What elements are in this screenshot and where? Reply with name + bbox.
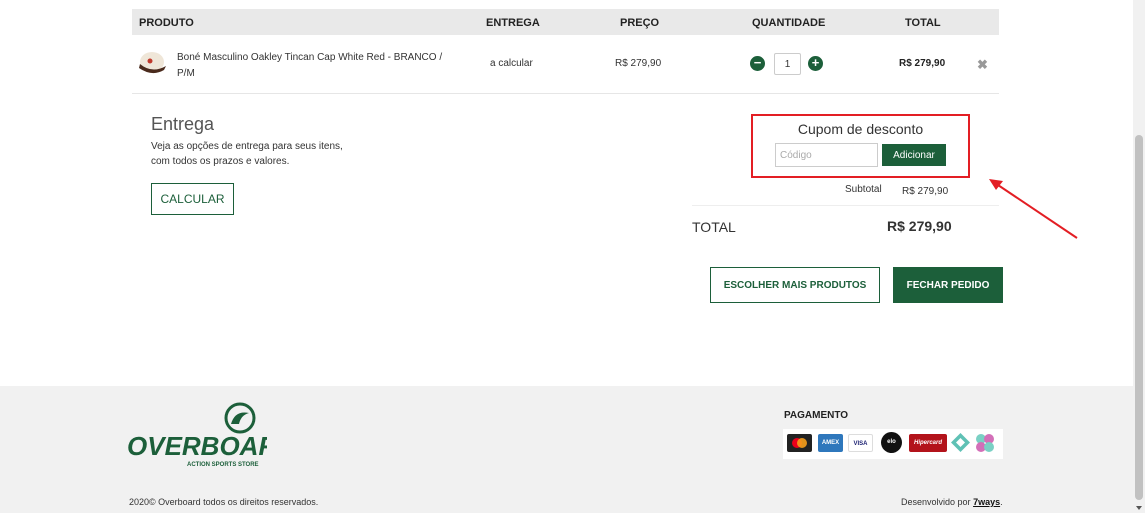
elo-icon: elo bbox=[881, 432, 902, 453]
copyright-text: 2020© Overboard todos os direitos reserv… bbox=[129, 497, 319, 507]
page-scrollbar[interactable] bbox=[1133, 0, 1145, 513]
quantity-decrease-button[interactable]: − bbox=[750, 56, 765, 71]
total-label: TOTAL bbox=[692, 219, 736, 235]
item-total: R$ 279,90 bbox=[899, 58, 946, 69]
payment-title: PAGAMENTO bbox=[784, 410, 849, 421]
developer-credit-label: Desenvolvido por bbox=[901, 497, 971, 507]
overboard-logo[interactable]: OVERBOARD ACTION SPORTS STORE bbox=[127, 402, 267, 468]
item-preco: R$ 279,90 bbox=[615, 58, 662, 69]
calcular-button[interactable]: CALCULAR bbox=[151, 183, 234, 215]
product-name[interactable]: Boné Masculino Oakley Tincan Cap White R… bbox=[177, 50, 447, 82]
header-total: TOTAL bbox=[905, 17, 941, 29]
quantity-increase-button[interactable]: + bbox=[808, 56, 823, 71]
entrega-description: Veja as opções de entrega para seus iten… bbox=[151, 141, 343, 167]
logo-brand-text: OVERBOARD bbox=[127, 431, 267, 461]
cart-table-header: PRODUTO ENTREGA PREÇO QUANTIDADE TOTAL bbox=[132, 9, 999, 35]
mastercard-icon bbox=[787, 434, 812, 452]
item-entrega: a calcular bbox=[490, 58, 533, 69]
payment-methods: AMEX VISA elo Hipercard bbox=[783, 429, 1003, 459]
summary-divider bbox=[692, 205, 999, 206]
amex-icon: AMEX bbox=[818, 434, 843, 452]
developer-credit: Desenvolvido por 7ways. bbox=[901, 497, 1003, 507]
header-preco: PREÇO bbox=[620, 17, 660, 29]
pix-icon bbox=[976, 434, 994, 452]
scrollbar-thumb[interactable] bbox=[1135, 135, 1143, 500]
remove-item-icon[interactable]: ✖ bbox=[977, 57, 988, 73]
quantity-input[interactable] bbox=[774, 53, 801, 75]
footer: OVERBOARD ACTION SPORTS STORE PAGAMENTO … bbox=[0, 386, 1133, 513]
choose-more-products-button[interactable]: ESCOLHER MAIS PRODUTOS bbox=[710, 267, 880, 303]
cart-item-row: Boné Masculino Oakley Tincan Cap White R… bbox=[132, 35, 999, 94]
entrega-title: Entrega bbox=[151, 114, 215, 134]
subtotal-label: Subtotal bbox=[845, 184, 882, 195]
scroll-down-icon[interactable] bbox=[1136, 506, 1142, 510]
close-order-button[interactable]: FECHAR PEDIDO bbox=[893, 267, 1003, 303]
header-quantidade: QUANTIDADE bbox=[752, 17, 826, 29]
cupom-title: Cupom de desconto bbox=[797, 121, 924, 137]
add-cupom-button[interactable]: Adicionar bbox=[882, 144, 946, 166]
cupom-code-input[interactable] bbox=[775, 143, 878, 167]
header-produto: PRODUTO bbox=[139, 17, 194, 29]
boleto-icon bbox=[951, 433, 970, 452]
visa-icon: VISA bbox=[848, 434, 873, 452]
cupom-section: Cupom de desconto Adicionar bbox=[751, 114, 970, 178]
total-value: R$ 279,90 bbox=[887, 218, 952, 234]
hipercard-icon: Hipercard bbox=[909, 434, 947, 452]
header-entrega: ENTREGA bbox=[486, 17, 540, 29]
logo-tagline: ACTION SPORTS STORE bbox=[187, 462, 259, 468]
developer-link[interactable]: 7ways bbox=[973, 497, 1000, 507]
product-thumbnail[interactable] bbox=[136, 49, 168, 79]
subtotal-value: R$ 279,90 bbox=[902, 186, 949, 197]
annotation-arrow-icon bbox=[989, 179, 1078, 239]
